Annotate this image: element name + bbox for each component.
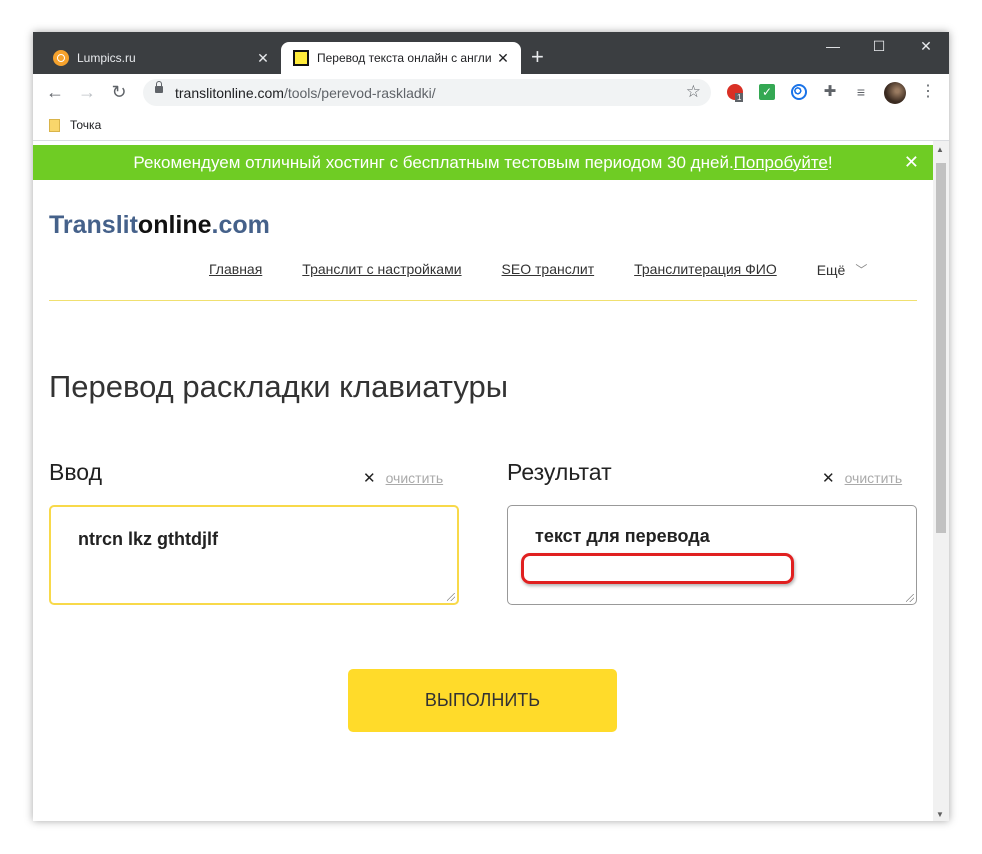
maximize-icon[interactable]: ☐ [867,38,891,55]
tab-close-icon[interactable]: ✕ [255,50,271,67]
close-icon: ✕ [822,470,835,487]
minimize-icon[interactable]: — [821,38,845,54]
nav-home[interactable]: Главная [209,261,262,278]
globe-extension-icon[interactable] [791,84,807,100]
back-arrow-icon[interactable]: ← [43,80,67,104]
site-logo[interactable]: Translitonline.com [49,211,270,240]
site-nav: Главная Транслит с настройками SEO транс… [209,261,867,278]
header-divider [49,300,917,301]
folder-icon [49,118,60,132]
highlight-annotation [521,553,794,584]
tab-title: Перевод текста онлайн с англи [317,51,492,65]
profile-avatar[interactable] [884,82,906,104]
banner-close-icon[interactable]: ✕ [904,152,919,173]
scroll-up-arrow-icon[interactable]: ▲ [936,145,944,154]
reload-icon[interactable]: ↻ [107,80,131,104]
bookmark-tochka[interactable]: Точка [49,118,101,132]
nav-seo-translit[interactable]: SEO транслит [502,261,595,278]
tab-title: Lumpics.ru [77,51,136,65]
close-window-icon[interactable]: ✕ [914,38,938,55]
input-textarea[interactable]: ntrcn lkz gthtdjlf [49,505,459,605]
title-bar: Lumpics.ru ✕ Перевод текста онлайн с анг… [33,32,949,74]
resize-grip-icon[interactable] [906,594,914,602]
page-scrollbar[interactable]: ▲ ▼ [933,141,949,821]
lumpics-favicon-icon [53,50,69,66]
nav-fio-translit[interactable]: Транслитерация ФИО [634,261,777,278]
banner-link[interactable]: Попробуйте [734,153,828,173]
url-text: translitonline.com/tools/perevod-rasklad… [175,85,436,101]
clear-input[interactable]: ✕ очистить [363,469,443,487]
page-title: Перевод раскладки клавиатуры [49,369,508,404]
bookmark-label: Точка [70,118,102,132]
extension-badge: 1 [735,93,744,102]
tab-lumpics[interactable]: Lumpics.ru ✕ [41,42,281,74]
tab-translitonline[interactable]: Перевод текста онлайн с англи ✕ [281,42,521,74]
scroll-down-arrow-icon[interactable]: ▼ [936,810,944,819]
clear-output[interactable]: ✕ очистить [822,469,902,487]
web-page: Рекомендуем отличный хостинг с бесплатны… [33,141,933,821]
new-tab-plus-icon[interactable]: + [531,46,544,68]
run-button[interactable]: ВЫПОЛНИТЬ [348,669,617,732]
nav-more[interactable]: Ещё ﹀ [817,261,868,278]
banner-suffix: ! [827,152,833,172]
promo-banner: Рекомендуем отличный хостинг с бесплатны… [33,145,933,180]
resize-grip-icon[interactable] [447,593,455,601]
opera-adblock-extension-icon[interactable]: 1 [727,84,744,102]
extensions-puzzle-icon[interactable]: ✚ [822,84,838,100]
media-queue-icon[interactable]: ≡ [853,84,869,100]
output-text: текст для перевода [535,526,710,546]
scroll-thumb[interactable] [936,163,946,533]
address-bar[interactable]: translitonline.com/tools/perevod-rasklad… [143,79,711,106]
lock-icon [155,81,163,93]
input-label: Ввод [49,459,103,485]
chevron-down-icon: ﹀ [855,263,868,277]
banner-text: Рекомендуем отличный хостинг с бесплатны… [133,152,734,172]
checkmark-extension-icon[interactable]: ✓ [759,84,775,100]
browser-window: Lumpics.ru ✕ Перевод текста онлайн с анг… [33,32,949,821]
browser-menu-icon[interactable]: ⋮ [920,81,936,101]
forward-arrow-icon[interactable]: → [75,80,99,104]
input-text: ntrcn lkz gthtdjlf [78,529,218,549]
translit-favicon-icon [293,50,309,66]
browser-toolbar: ← → ↻ translitonline.com/tools/perevod-r… [33,74,949,110]
bookmarks-bar: Точка [33,110,949,141]
nav-translit-settings[interactable]: Транслит с настройками [302,261,461,278]
close-icon: ✕ [363,470,376,487]
tab-close-icon[interactable]: ✕ [495,50,511,67]
bookmark-star-icon[interactable]: ☆ [686,82,701,102]
output-label: Результат [507,459,612,485]
